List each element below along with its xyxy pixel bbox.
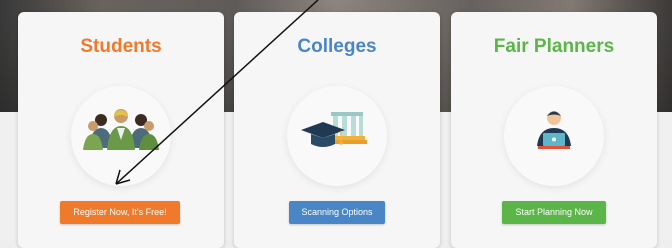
colleges-icon-circle [287,86,387,186]
students-icon-circle [71,86,171,186]
colleges-title: Colleges [297,36,377,57]
fair-planners-card: Fair Planners Start Planning Now [451,12,657,248]
students-group-icon [83,109,159,150]
scanning-options-button[interactable]: Scanning Options [289,201,385,224]
students-card: Students Register Now, It's Free! [18,12,224,248]
fair-planners-icon-circle [504,86,604,186]
fair-planners-title: Fair Planners [493,36,615,57]
colleges-card: Colleges Scanning Options [234,12,440,248]
start-planning-now-button[interactable]: Start Planning Now [502,201,606,224]
students-title: Students [80,36,162,57]
graduation-cap-building-icon [301,112,367,147]
planner-laptop-icon [537,111,571,149]
register-now-button[interactable]: Register Now, It's Free! [60,201,180,224]
